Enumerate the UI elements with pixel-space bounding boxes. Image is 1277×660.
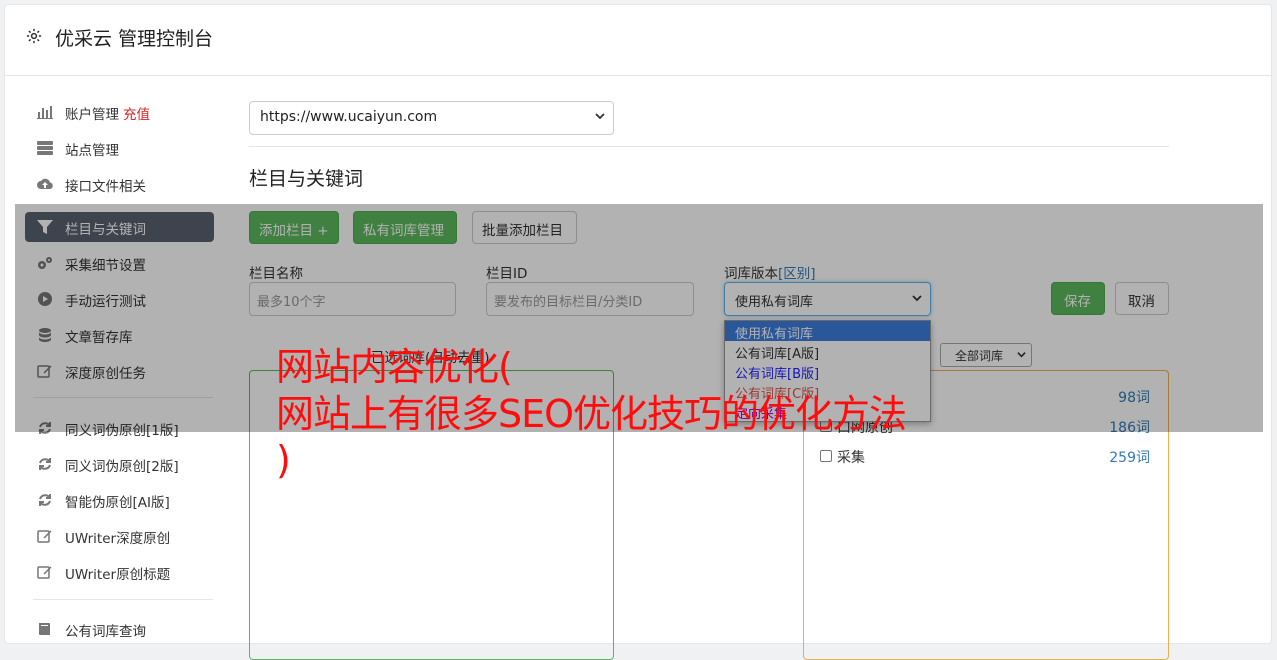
server-icon (37, 141, 53, 155)
refresh-icon (39, 458, 51, 470)
cloud-upload-icon (37, 178, 53, 189)
lib-version-text: 词库版本 (724, 266, 778, 282)
sidebar-item-public-lib[interactable]: 公有词库查询 (25, 614, 214, 644)
lib-version-label: 词库版本[区别] (724, 262, 816, 282)
sidebar-item-label: 接口文件相关 (65, 179, 146, 195)
add-column-button[interactable]: 添加栏目 + (249, 211, 339, 244)
refresh-icon (39, 494, 51, 506)
edit-icon (37, 365, 52, 378)
top-bar: 优采云 管理控制台 (5, 5, 1271, 76)
sidebar-item-label: 站点管理 (65, 143, 119, 159)
headline-line: ) (276, 438, 291, 483)
sidebar-item-synonym-v2[interactable]: 同义词伪原创[2版] (25, 449, 214, 479)
sidebar-item-label: 公有词库查询 (65, 624, 146, 640)
column-id-input[interactable]: 要发布的目标栏目/分类ID (486, 282, 694, 316)
sidebar-item-manual-run[interactable]: 手动运行测试 (25, 284, 214, 314)
site-select-value: https://www.ucaiyun.com (260, 109, 438, 125)
sidebar-item-label: 深度原创任务 (65, 366, 146, 382)
section-title: 栏目与关键词 (249, 168, 364, 190)
sidebar-item-interface[interactable]: 接口文件相关 (25, 169, 214, 199)
sidebar-item-label: 账户管理 (65, 107, 119, 123)
sidebar-item-deep-original[interactable]: 深度原创任务 (25, 356, 214, 386)
column-name-input[interactable]: 最多10个字 (249, 282, 456, 316)
headline-line: 网站内容优化( (276, 345, 513, 389)
sidebar-item-label: 采集细节设置 (65, 258, 146, 274)
bar-chart-icon (37, 106, 53, 119)
sidebar-item-columns[interactable]: 栏目与关键词 (25, 212, 214, 242)
divider (249, 146, 1169, 147)
play-circle-icon (38, 292, 52, 306)
headline-line: 网站上有很多SEO优化技巧的优化方法 (276, 391, 907, 436)
sidebar-item-sites[interactable]: 站点管理 (25, 133, 214, 163)
batch-add-button[interactable]: 批量添加栏目 (472, 211, 577, 244)
app-title: 优采云 管理控制台 (55, 28, 214, 50)
sidebar-item-uwriter-deep[interactable]: UWriter深度原创 (25, 521, 214, 551)
sidebar-item-label: 智能伪原创[AI版] (65, 495, 170, 511)
save-button[interactable]: 保存 (1051, 282, 1105, 315)
edit-icon (37, 566, 52, 579)
sidebar-item-synonym-v1[interactable]: 同义词伪原创[1版] (25, 413, 214, 443)
sidebar-divider (33, 397, 213, 398)
sidebar-item-ai-original[interactable]: 智能伪原创[AI版] (25, 485, 214, 515)
overlay-headline: 网站内容优化( 网站上有很多SEO优化技巧的优化方法 ) (276, 344, 1036, 484)
chevron-down-icon (912, 295, 922, 302)
database-icon (39, 328, 51, 342)
sidebar-item-label: 手动运行测试 (65, 294, 146, 310)
sidebar-item-collect-settings[interactable]: 采集细节设置 (25, 248, 214, 278)
sidebar-item-label: 栏目与关键词 (65, 222, 146, 238)
chevron-down-icon (595, 113, 605, 120)
filter-icon (37, 220, 53, 234)
sidebar-item-label: UWriter深度原创 (65, 531, 171, 547)
refresh-icon (39, 422, 51, 434)
sidebar-item-label: 同义词伪原创[2版] (65, 459, 179, 475)
private-lib-button[interactable]: 私有词库管理 (353, 211, 457, 244)
lib-version-value: 使用私有词库 (735, 295, 814, 310)
column-id-label: 栏目ID (486, 266, 528, 282)
sidebar-item-account[interactable]: 账户管理 充值 (25, 97, 214, 127)
edit-icon (37, 530, 52, 543)
console-frame: 优采云 管理控制台 账户管理 充值 站点管理 接口文件相关 栏目与关键词 采集细节… (4, 4, 1272, 660)
sidebar-item-label: 文章暂存库 (65, 330, 133, 346)
lib-count: 186词 (1109, 420, 1150, 436)
sidebar-item-label: 同义词伪原创[1版] (65, 423, 179, 439)
lib-count: 98词 (1118, 390, 1150, 406)
gear-icon (26, 28, 42, 44)
lib-count: 259词 (1109, 450, 1150, 466)
sidebar-item-article-store[interactable]: 文章暂存库 (25, 320, 214, 350)
sidebar-item-uwriter-title[interactable]: UWriter原创标题 (25, 557, 214, 587)
gears-icon (38, 257, 52, 269)
dropdown-option-private[interactable]: 使用私有词库 (725, 321, 930, 342)
recharge-link[interactable]: 充值 (123, 107, 150, 123)
column-name-label: 栏目名称 (249, 266, 303, 282)
cancel-button[interactable]: 取消 (1115, 282, 1169, 315)
site-select[interactable]: https://www.ucaiyun.com (249, 101, 614, 135)
lib-diff-link[interactable]: [区别] (778, 266, 816, 282)
sidebar-divider (33, 599, 213, 600)
sidebar-item-label: UWriter原创标题 (65, 567, 171, 583)
lib-version-select[interactable]: 使用私有词库 (724, 282, 931, 316)
book-icon (39, 623, 50, 635)
